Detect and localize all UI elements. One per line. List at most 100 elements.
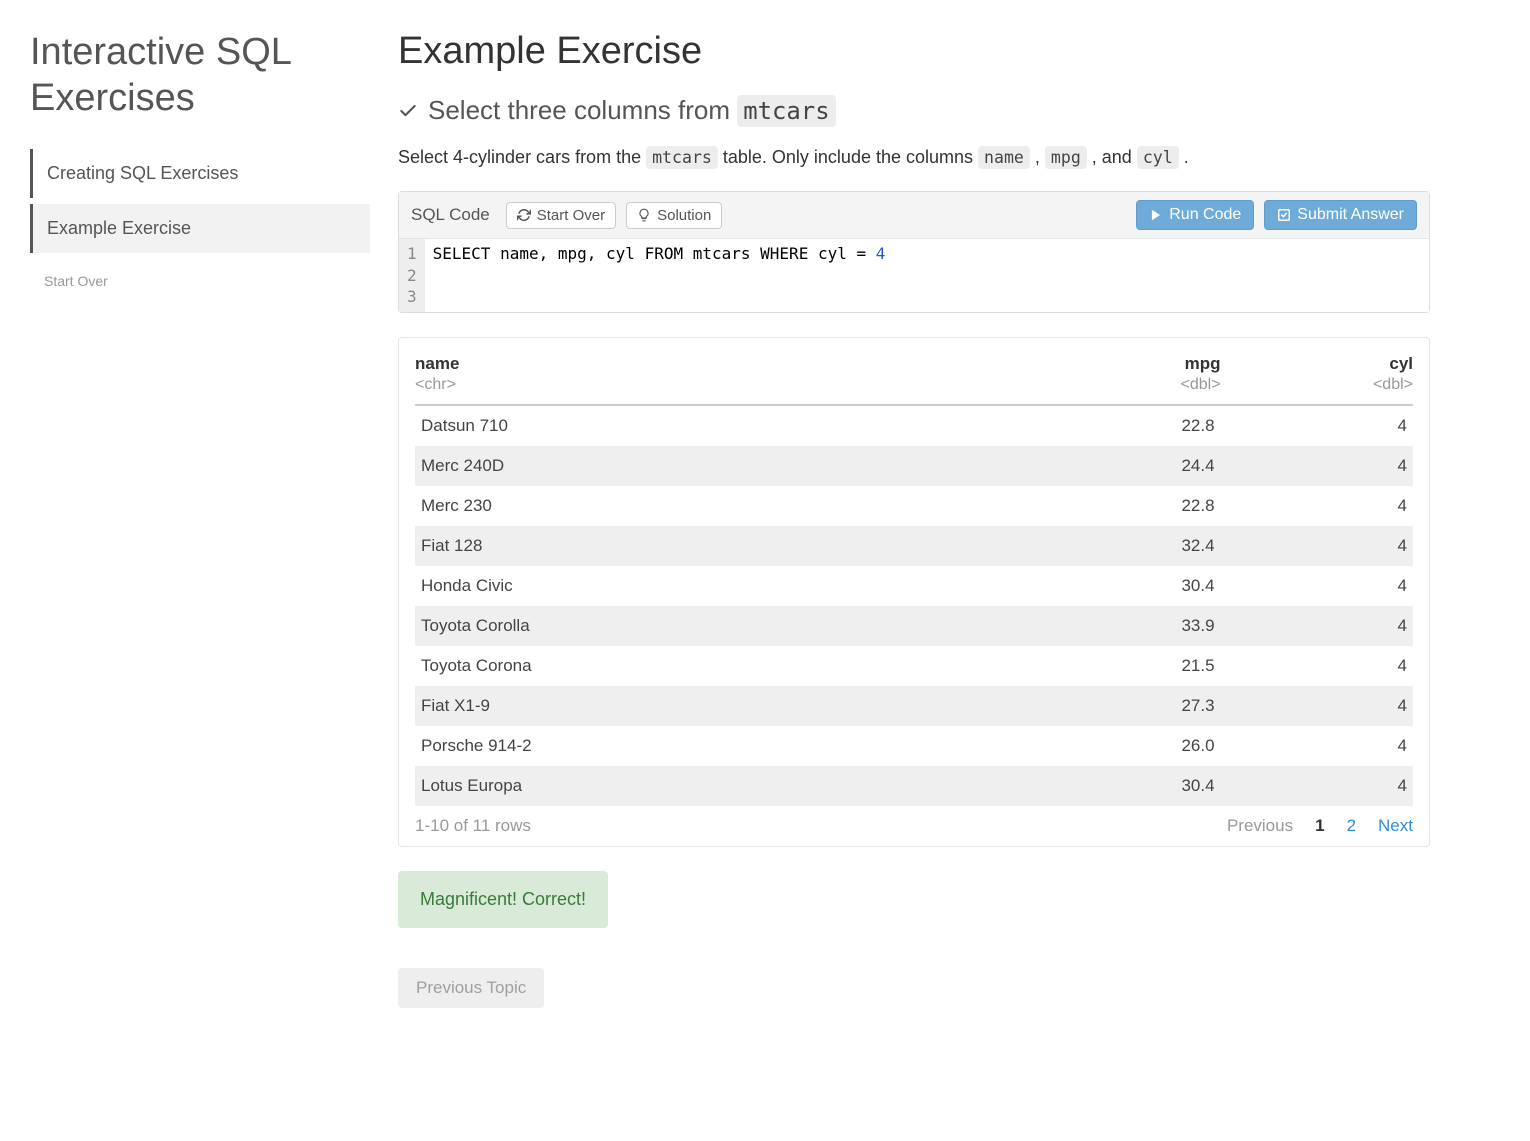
page-2[interactable]: 2 [1347,816,1356,836]
code-text[interactable]: SELECT name, mpg, cyl FROM mtcars WHERE … [425,239,1429,312]
table-row: Fiat X1-927.34 [415,686,1413,726]
instr-code-name: name [978,146,1030,169]
table-row: Honda Civic30.44 [415,566,1413,606]
run-code-label: Run Code [1169,206,1241,224]
cell-name: Honda Civic [415,566,1004,606]
page-1[interactable]: 1 [1315,816,1324,836]
cell-cyl: 4 [1221,766,1413,806]
instructions: Select 4-cylinder cars from the mtcars t… [398,144,1430,171]
instr-code-cyl: cyl [1137,146,1179,169]
cell-name: Datsun 710 [415,405,1004,446]
previous-topic-button[interactable]: Previous Topic [398,968,544,1008]
toolbar-label: SQL Code [411,205,490,225]
cell-name: Fiat X1-9 [415,686,1004,726]
cell-cyl: 4 [1221,566,1413,606]
cell-cyl: 4 [1221,405,1413,446]
cell-name: Merc 240D [415,446,1004,486]
cell-cyl: 4 [1221,726,1413,766]
submit-label: Submit Answer [1297,206,1404,224]
cell-mpg: 30.4 [1004,566,1221,606]
check-icon [398,101,418,121]
site-title: Interactive SQL Exercises [30,30,370,121]
start-over-link[interactable]: Start Over [30,259,370,303]
result-table: name mpg cyl <chr> <dbl> <dbl> Datsun 71… [415,354,1413,806]
cell-mpg: 26.0 [1004,726,1221,766]
cell-mpg: 27.3 [1004,686,1221,726]
cell-name: Porsche 914-2 [415,726,1004,766]
table-row: Lotus Europa30.44 [415,766,1413,806]
code-editor[interactable]: 1 2 3 SELECT name, mpg, cyl FROM mtcars … [399,239,1429,312]
run-code-button[interactable]: Run Code [1136,200,1254,230]
table-row: Fiat 12832.44 [415,526,1413,566]
instr-text: table. Only include the columns [718,147,978,167]
exercise-heading-text: Select three columns from [428,95,737,125]
cell-name: Toyota Corona [415,646,1004,686]
cell-mpg: 32.4 [1004,526,1221,566]
result-table-wrap: name mpg cyl <chr> <dbl> <dbl> Datsun 71… [398,337,1430,847]
col-header-name[interactable]: name [415,354,1004,376]
start-over-label: Start Over [537,207,605,224]
col-type-mpg: <dbl> [1004,376,1221,405]
page-title: Example Exercise [398,30,1430,73]
cell-cyl: 4 [1221,646,1413,686]
line-number: 2 [407,265,417,287]
instr-text: , [1030,147,1045,167]
lightbulb-icon [637,208,651,222]
table-row: Datsun 71022.84 [415,405,1413,446]
check-square-icon [1277,208,1291,222]
exercise-heading-code: mtcars [737,95,835,127]
cell-name: Merc 230 [415,486,1004,526]
line-number: 3 [407,286,417,308]
cell-mpg: 30.4 [1004,766,1221,806]
col-type-cyl: <dbl> [1221,376,1413,405]
nav-item-creating[interactable]: Creating SQL Exercises [30,149,370,198]
cell-cyl: 4 [1221,486,1413,526]
page-previous[interactable]: Previous [1227,816,1293,836]
nav: Creating SQL Exercises Example Exercise [30,149,370,253]
instr-code-mtcars: mtcars [646,146,718,169]
table-row: Merc 240D24.44 [415,446,1413,486]
page-nav: Previous 1 2 Next [1227,816,1413,836]
play-icon [1149,208,1163,222]
page-next[interactable]: Next [1378,816,1413,836]
table-footer: 1-10 of 11 rows Previous 1 2 Next [415,806,1413,836]
cell-mpg: 33.9 [1004,606,1221,646]
cell-mpg: 22.8 [1004,405,1221,446]
feedback-box: Magnificent! Correct! [398,871,608,928]
table-row: Toyota Corolla33.94 [415,606,1413,646]
col-type-name: <chr> [415,376,1004,405]
cell-cyl: 4 [1221,686,1413,726]
instr-text: , and [1087,147,1137,167]
table-row: Porsche 914-226.04 [415,726,1413,766]
cell-mpg: 24.4 [1004,446,1221,486]
nav-item-example[interactable]: Example Exercise [30,204,370,253]
instr-code-mpg: mpg [1045,146,1087,169]
refresh-icon [517,208,531,222]
line-gutter: 1 2 3 [399,239,425,312]
code-segment: SELECT name, mpg, cyl FROM mtcars WHERE … [433,244,876,263]
cell-name: Lotus Europa [415,766,1004,806]
cell-mpg: 22.8 [1004,486,1221,526]
row-count: 1-10 of 11 rows [415,816,531,836]
col-header-cyl[interactable]: cyl [1221,354,1413,376]
instr-text: Select 4-cylinder cars from the [398,147,646,167]
code-number: 4 [876,244,886,263]
code-panel: SQL Code Start Over Solution Run Code Su… [398,191,1430,313]
cell-cyl: 4 [1221,526,1413,566]
solution-button[interactable]: Solution [626,202,722,229]
cell-name: Toyota Corolla [415,606,1004,646]
cell-cyl: 4 [1221,606,1413,646]
code-toolbar: SQL Code Start Over Solution Run Code Su… [399,192,1429,239]
start-over-button[interactable]: Start Over [506,202,616,229]
table-row: Merc 23022.84 [415,486,1413,526]
exercise-heading: Select three columns from mtcars [398,95,1430,126]
submit-answer-button[interactable]: Submit Answer [1264,200,1417,230]
cell-cyl: 4 [1221,446,1413,486]
solution-label: Solution [657,207,711,224]
col-header-mpg[interactable]: mpg [1004,354,1221,376]
cell-mpg: 21.5 [1004,646,1221,686]
line-number: 1 [407,243,417,265]
instr-text: . [1179,147,1189,167]
cell-name: Fiat 128 [415,526,1004,566]
table-row: Toyota Corona21.54 [415,646,1413,686]
